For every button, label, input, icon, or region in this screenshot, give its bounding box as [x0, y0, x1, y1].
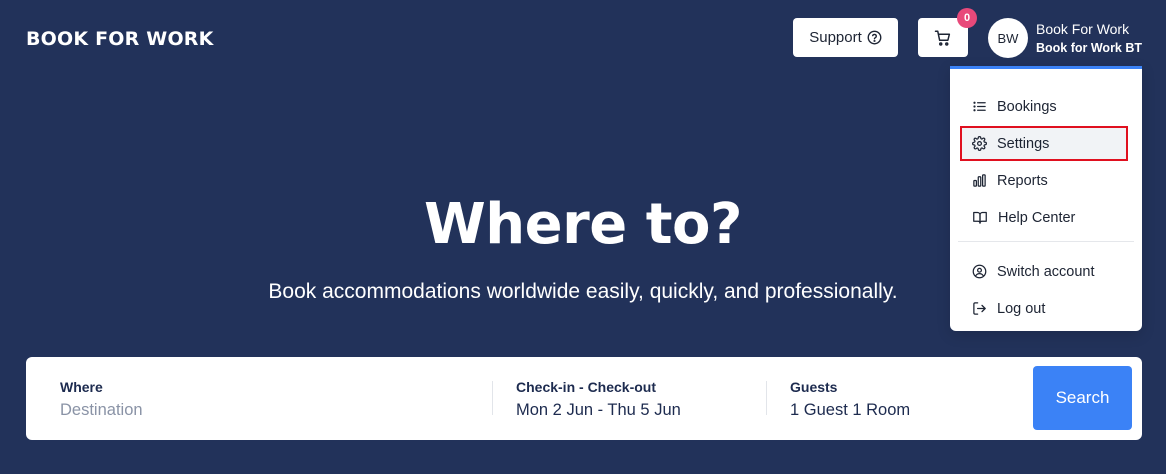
menu-item-settings[interactable]: Settings — [960, 126, 1128, 161]
gear-icon — [972, 136, 987, 151]
guests-label: Guests — [790, 379, 838, 395]
help-circle-icon — [867, 30, 882, 45]
user-circle-icon — [972, 264, 987, 279]
support-label: Support — [809, 29, 862, 46]
list-icon — [973, 101, 986, 112]
dates-field[interactable]: Check-in - Check-out Mon 2 Jun - Thu 5 J… — [516, 357, 746, 440]
support-button[interactable]: Support — [793, 18, 898, 57]
account-name[interactable]: Book For Work — [1036, 20, 1129, 38]
menu-item-bookings[interactable]: Bookings — [962, 91, 1126, 122]
search-bar: Where Check-in - Check-out Mon 2 Jun - T… — [26, 357, 1142, 440]
logo[interactable]: BOOK FOR WORK — [26, 28, 214, 50]
menu-item-label: Reports — [997, 172, 1048, 189]
menu-item-label: Settings — [997, 135, 1050, 152]
guests-value: 1 Guest 1 Room — [790, 401, 911, 419]
cart-icon — [934, 30, 951, 46]
hero-title: Where to? — [424, 192, 742, 257]
account-subtitle[interactable]: Book for Work BT — [1036, 39, 1142, 57]
guests-field[interactable]: Guests 1 Guest 1 Room — [790, 357, 1010, 440]
menu-item-label: Bookings — [997, 98, 1057, 115]
bar-chart-icon — [973, 174, 986, 187]
search-button[interactable]: Search — [1033, 366, 1132, 430]
where-field[interactable]: Where — [60, 357, 480, 440]
dates-value: Mon 2 Jun - Thu 5 Jun — [516, 401, 681, 419]
hero-subtitle: Book accommodations worldwide easily, qu… — [268, 280, 898, 303]
destination-input[interactable] — [60, 399, 460, 421]
field-divider — [492, 381, 493, 415]
dates-label: Check-in - Check-out — [516, 379, 657, 395]
where-label: Where — [60, 379, 103, 395]
menu-item-label: Switch account — [997, 263, 1095, 280]
cart-count-badge: 0 — [957, 8, 977, 28]
field-divider — [766, 381, 767, 415]
avatar[interactable]: BW — [988, 18, 1028, 58]
